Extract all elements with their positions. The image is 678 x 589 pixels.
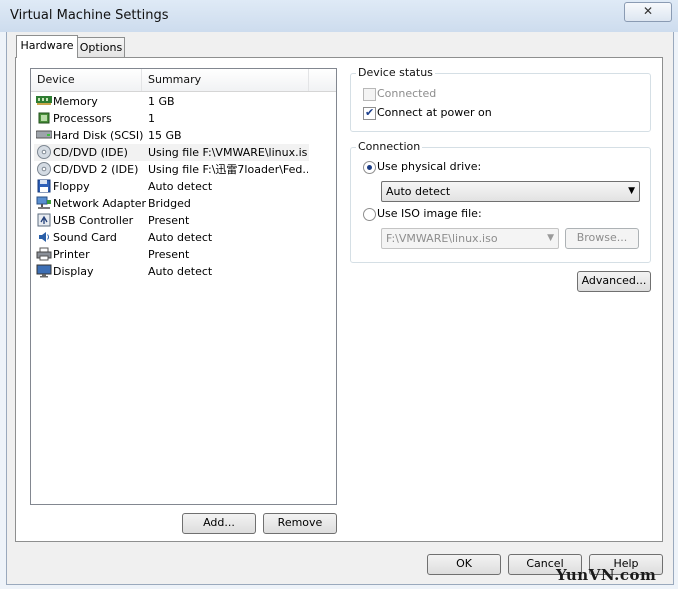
printer-icon — [36, 247, 52, 261]
device-name: Memory — [53, 95, 98, 108]
physical-drive-select[interactable]: Auto detect ▼ — [381, 181, 640, 202]
memory-icon — [36, 94, 52, 108]
device-row-processors[interactable]: Processors 1 — [34, 110, 309, 127]
floppy-icon — [36, 179, 52, 193]
sound-card-icon — [36, 230, 52, 244]
device-list-header: Device Summary — [31, 69, 336, 92]
tab-options[interactable]: Options — [77, 37, 125, 58]
device-row-hard-disk[interactable]: Hard Disk (SCSI) 15 GB — [34, 127, 309, 144]
tab-options-label: Options — [79, 41, 123, 54]
advanced-button[interactable]: Advanced... — [577, 271, 651, 292]
dropdown-arrow-icon: ▼ — [547, 233, 554, 243]
device-row-display[interactable]: Display Auto detect — [34, 263, 309, 280]
use-iso-image-radio[interactable] — [363, 208, 376, 221]
device-summary: 15 GB — [148, 129, 182, 142]
window-title: Virtual Machine Settings — [10, 8, 169, 23]
device-status-title: Device status — [356, 66, 435, 79]
device-row-cd-dvd-2[interactable]: CD/DVD 2 (IDE) Using file F:\迅雷7loader\F… — [34, 161, 309, 178]
device-name: CD/DVD (IDE) — [53, 146, 128, 159]
device-row-usb-controller[interactable]: USB Controller Present — [34, 212, 309, 229]
device-list[interactable]: Device Summary Memory 1 GB Processors 1 — [30, 68, 337, 505]
device-summary: Auto detect — [148, 231, 213, 244]
use-physical-drive-radio[interactable] — [363, 161, 376, 174]
tab-hardware-label: Hardware — [20, 39, 74, 52]
device-name: Floppy — [53, 180, 90, 193]
connect-at-power-on-checkbox[interactable]: ✔ — [363, 106, 376, 120]
device-summary: 1 GB — [148, 95, 175, 108]
device-summary: Auto detect — [148, 265, 213, 278]
connected-label: Connected — [377, 87, 437, 100]
dropdown-arrow-icon: ▼ — [628, 186, 635, 196]
device-row-floppy[interactable]: Floppy Auto detect — [34, 178, 309, 195]
column-header-device[interactable]: Device — [31, 69, 142, 91]
tab-hardware[interactable]: Hardware — [16, 35, 78, 58]
cd-dvd-icon — [36, 145, 52, 159]
add-device-button[interactable]: Add... — [182, 513, 256, 534]
iso-file-combo[interactable]: F:\VMWARE\linux.iso ▼ — [381, 228, 559, 249]
usb-icon — [36, 213, 52, 227]
device-row-memory[interactable]: Memory 1 GB — [34, 93, 309, 110]
device-row-network-adapter[interactable]: Network Adapter Bridged — [34, 195, 309, 212]
device-row-printer[interactable]: Printer Present — [34, 246, 309, 263]
column-header-summary[interactable]: Summary — [142, 69, 309, 91]
browse-button[interactable]: Browse... — [565, 228, 639, 249]
dialog-client: Hardware Options Device Summary Memory 1… — [6, 32, 674, 585]
network-adapter-icon — [36, 196, 52, 210]
device-summary: Bridged — [148, 197, 191, 210]
device-name: Network Adapter — [53, 197, 147, 210]
iso-file-value: F:\VMWARE\linux.iso — [386, 232, 498, 245]
device-name: Sound Card — [53, 231, 117, 244]
processor-icon — [36, 111, 52, 125]
device-summary: Present — [148, 248, 190, 261]
connect-at-power-on-label: Connect at power on — [377, 106, 492, 119]
remove-device-button[interactable]: Remove — [263, 513, 337, 534]
use-iso-image-label: Use ISO image file: — [377, 207, 482, 220]
watermark-text: YunVN.com — [556, 566, 657, 584]
device-summary: 1 — [148, 112, 155, 125]
device-name: CD/DVD 2 (IDE) — [53, 163, 139, 176]
device-summary: Auto detect — [148, 180, 213, 193]
connection-title: Connection — [356, 140, 423, 153]
close-button[interactable]: ✕ — [624, 2, 672, 22]
hard-disk-icon — [35, 128, 53, 142]
device-name: Printer — [53, 248, 90, 261]
close-icon: ✕ — [642, 4, 654, 18]
display-icon — [36, 264, 52, 278]
use-physical-drive-label: Use physical drive: — [377, 160, 482, 173]
device-name: USB Controller — [53, 214, 134, 227]
device-status-group: Device status — [350, 66, 651, 132]
device-name: Hard Disk (SCSI) — [53, 129, 144, 142]
cd-dvd-icon — [36, 162, 52, 176]
device-row-sound-card[interactable]: Sound Card Auto detect — [34, 229, 309, 246]
title-bar: Virtual Machine Settings ✕ — [0, 0, 678, 32]
hardware-panel: Device Summary Memory 1 GB Processors 1 — [15, 57, 663, 542]
device-row-cd-dvd[interactable]: CD/DVD (IDE) Using file F:\VMWARE\linux.… — [34, 144, 309, 161]
device-name: Processors — [53, 112, 112, 125]
ok-button[interactable]: OK — [427, 554, 501, 575]
device-summary: Using file F:\VMWARE\linux.iso — [148, 146, 308, 159]
device-summary: Present — [148, 214, 190, 227]
device-summary: Using file F:\迅雷7loader\Fed... — [148, 163, 308, 176]
physical-drive-value: Auto detect — [386, 185, 451, 198]
connected-checkbox[interactable] — [363, 88, 376, 101]
device-name: Display — [53, 265, 94, 278]
